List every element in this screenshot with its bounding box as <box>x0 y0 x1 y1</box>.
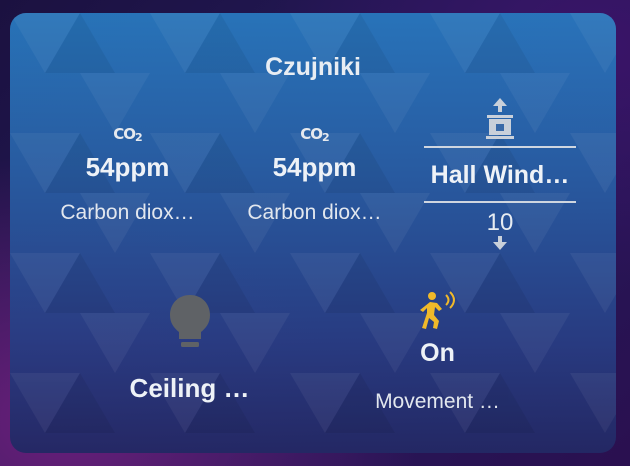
cover-position: 10 <box>486 209 514 236</box>
movement-sensor-entity[interactable]: On Movement … <box>350 291 525 414</box>
co2-icon: CO2 <box>113 125 142 144</box>
co2-icon: CO2 <box>300 125 329 144</box>
window-cover-entity[interactable]: Hall Wind… 10 <box>424 95 576 255</box>
co2-sensor-1[interactable]: CO2 54ppm Carbon diox… <box>40 125 215 225</box>
motion-sensor-icon <box>419 291 455 329</box>
sensors-card: Czujniki CO2 54ppm Carbon diox… CO2 54pp… <box>10 13 616 453</box>
lightbulb-icon <box>169 295 210 347</box>
motion-label: Movement … <box>375 390 500 413</box>
light-name: Ceiling … <box>129 373 250 403</box>
sensor-value: 54ppm <box>85 152 170 182</box>
cover-divider-bottom <box>424 201 576 203</box>
sensor-label: Carbon diox… <box>60 201 195 224</box>
sensor-value: 54ppm <box>272 152 357 182</box>
arrow-down-icon[interactable] <box>492 235 508 251</box>
co2-sensor-2[interactable]: CO2 54ppm Carbon diox… <box>227 125 402 225</box>
card-title: Czujniki <box>265 53 361 81</box>
motion-state: On <box>420 339 455 367</box>
sensor-label: Carbon diox… <box>247 201 382 224</box>
cover-name: Hall Wind… <box>430 161 570 189</box>
arrow-up-icon[interactable] <box>492 97 508 113</box>
cover-divider-top <box>424 146 576 148</box>
window-cover-icon <box>486 115 514 139</box>
ceiling-light-entity[interactable]: Ceiling … <box>102 293 277 404</box>
